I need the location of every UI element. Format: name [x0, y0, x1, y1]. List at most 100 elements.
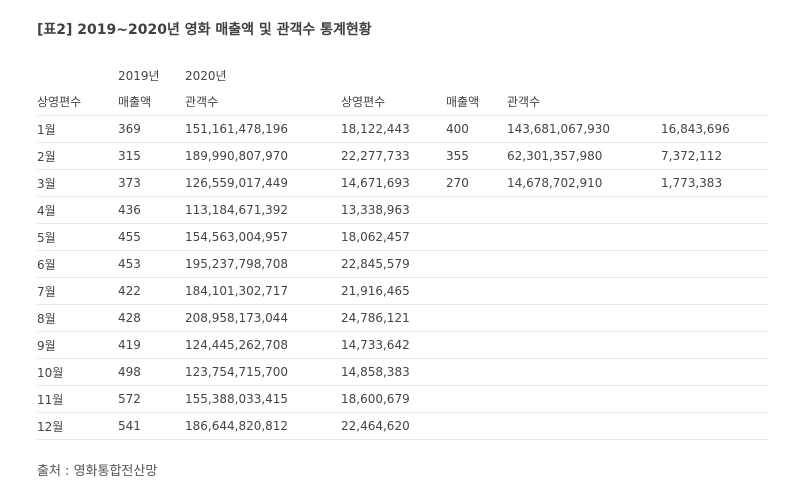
table-cell: 400 [446, 115, 507, 143]
year-cell [446, 63, 507, 88]
year-cell [341, 63, 446, 88]
table-cell [661, 223, 768, 251]
table-cell: 436 [118, 196, 185, 224]
column-header: 관객수 [507, 88, 661, 116]
table-cell [661, 358, 768, 386]
table-cell: 419 [118, 331, 185, 359]
table-cell: 18,062,457 [341, 223, 446, 251]
table-cell: 355 [446, 142, 507, 170]
table-cell: 1,773,383 [661, 169, 768, 197]
table-cell: 428 [118, 304, 185, 332]
table-cell [507, 412, 661, 440]
table-cell [507, 304, 661, 332]
table-cell: 270 [446, 169, 507, 197]
column-header [661, 88, 768, 116]
month-cell: 4월 [37, 196, 118, 224]
table-row: 11월 572 155,388,033,415 18,600,679 [37, 385, 768, 413]
table-cell [507, 358, 661, 386]
table-row: 3월 373 126,559,017,449 14,671,693 270 14,678,… [37, 169, 768, 197]
table-cell: 113,184,671,392 [185, 196, 341, 224]
table-cell [507, 250, 661, 278]
year-cell: 2020년 [185, 69, 227, 83]
table-cell [661, 250, 768, 278]
table-title: [표2] 2019~2020년 영화 매출액 및 관객수 통계현황 [37, 22, 372, 38]
table-cell [446, 385, 507, 413]
table-row: 6월 453 195,237,798,708 22,845,579 [37, 250, 768, 278]
table-cell [661, 277, 768, 305]
month-cell: 7월 [37, 277, 118, 305]
table-row: 4월 436 113,184,671,392 13,338,963 [37, 196, 768, 224]
table-cell [661, 385, 768, 413]
table-cell [446, 304, 507, 332]
table-cell: 373 [118, 169, 185, 197]
table-cell [446, 412, 507, 440]
table-row: 1월 369 151,161,478,196 18,122,443 400 143,681… [37, 115, 768, 143]
stats-table: 2019년 2020년 상영편수 매출액 관객수 상영편수 매출액 관객수 1월… [37, 63, 768, 440]
month-cell: 12월 [37, 412, 118, 440]
month-cell: 10월 [37, 358, 118, 386]
column-header: 매출액 [446, 88, 507, 116]
month-cell: 8월 [37, 304, 118, 332]
table-cell [507, 277, 661, 305]
table-cell [507, 385, 661, 413]
table-row: 10월 498 123,754,715,700 14,858,383 [37, 358, 768, 386]
table-cell: 21,916,465 [341, 277, 446, 305]
table-cell: 14,678,702,910 [507, 169, 661, 197]
table-cell: 123,754,715,700 [185, 358, 341, 386]
month-cell: 6월 [37, 250, 118, 278]
table-cell: 572 [118, 385, 185, 413]
table-cell: 7,372,112 [661, 142, 768, 170]
table-cell: 155,388,033,415 [185, 385, 341, 413]
table-cell [661, 331, 768, 359]
table-cell: 18,122,443 [341, 115, 446, 143]
table-cell [507, 223, 661, 251]
table-cell: 151,161,478,196 [185, 115, 341, 143]
table-cell [446, 250, 507, 278]
month-cell: 2월 [37, 142, 118, 170]
table-row: 5월 455 154,563,004,957 18,062,457 [37, 223, 768, 251]
month-cell: 9월 [37, 331, 118, 359]
month-cell: 5월 [37, 223, 118, 251]
table-row: 9월 419 124,445,262,708 14,733,642 [37, 331, 768, 359]
year-header-row: 2019년 2020년 [37, 63, 768, 88]
column-header: 매출액 [118, 88, 185, 116]
table-cell [507, 196, 661, 224]
table-cell: 22,277,733 [341, 142, 446, 170]
table-cell: 498 [118, 358, 185, 386]
table-cell: 24,786,121 [341, 304, 446, 332]
table-cell: 189,990,807,970 [185, 142, 341, 170]
table-cell [446, 196, 507, 224]
table-cell [507, 331, 661, 359]
column-header-row: 상영편수 매출액 관객수 상영편수 매출액 관객수 [37, 88, 768, 116]
table-cell: 13,338,963 [341, 196, 446, 224]
table-cell: 154,563,004,957 [185, 223, 341, 251]
column-header: 상영편수 [341, 88, 446, 116]
table-cell: 422 [118, 277, 185, 305]
table-cell: 453 [118, 250, 185, 278]
table-cell: 369 [118, 115, 185, 143]
table-cell: 541 [118, 412, 185, 440]
table-cell: 184,101,302,717 [185, 277, 341, 305]
table-cell [661, 196, 768, 224]
table-cell: 208,958,173,044 [185, 304, 341, 332]
table-cell: 14,858,383 [341, 358, 446, 386]
column-header: 상영편수 [37, 88, 118, 116]
table-cell [661, 304, 768, 332]
table-cell: 124,445,262,708 [185, 331, 341, 359]
table-cell: 14,733,642 [341, 331, 446, 359]
table-row: 2월 315 189,990,807,970 22,277,733 355 62,301,… [37, 142, 768, 170]
table-cell: 14,671,693 [341, 169, 446, 197]
table-cell: 22,464,620 [341, 412, 446, 440]
table-cell: 18,600,679 [341, 385, 446, 413]
year-cell: 2019년 [118, 69, 160, 83]
table-row: 7월 422 184,101,302,717 21,916,465 [37, 277, 768, 305]
table-cell [661, 412, 768, 440]
table-row: 8월 428 208,958,173,044 24,786,121 [37, 304, 768, 332]
table-cell: 315 [118, 142, 185, 170]
stats-table-container: 2019년 2020년 상영편수 매출액 관객수 상영편수 매출액 관객수 1월… [37, 63, 768, 440]
table-cell [446, 358, 507, 386]
table-cell [446, 331, 507, 359]
table-cell: 143,681,067,930 [507, 115, 661, 143]
table-cell: 22,845,579 [341, 250, 446, 278]
month-cell: 3월 [37, 169, 118, 197]
